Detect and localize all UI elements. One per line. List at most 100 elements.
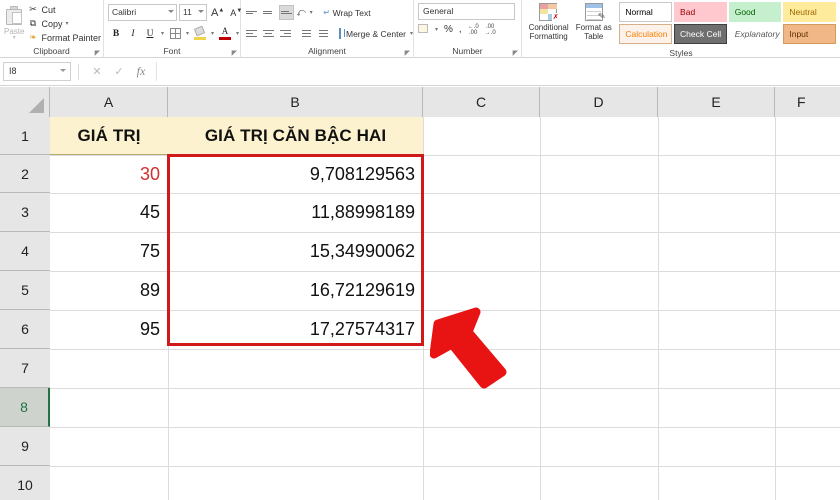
font-color-button[interactable]: A — [217, 26, 233, 42]
row-header-8[interactable]: 8 — [0, 388, 50, 427]
row-header-9[interactable]: 9 — [0, 427, 50, 466]
column-header-a[interactable]: A — [50, 87, 168, 117]
font-name-input[interactable]: Calibri — [108, 4, 177, 21]
accounting-format-button[interactable] — [418, 23, 431, 36]
font-name-chevron-down-icon[interactable] — [168, 10, 174, 13]
format-as-table-button[interactable]: ✎ Format as Table — [571, 2, 616, 47]
copy-chevron-down-icon[interactable]: ▾ — [65, 20, 68, 27]
align-middle-button[interactable] — [262, 5, 277, 20]
borders-button[interactable] — [167, 26, 183, 42]
merge-center-chevron-down-icon[interactable]: ▾ — [410, 30, 413, 37]
increase-decimal-button[interactable]: ←.0.00 — [466, 24, 481, 36]
wrap-text-button[interactable]: ↵ Wrap Text — [321, 8, 370, 18]
paste-button[interactable]: Paste ▾ — [4, 3, 24, 45]
row-header-6[interactable]: 6 — [0, 310, 50, 349]
number-dialog-launcher-icon[interactable]: ◤ — [513, 49, 518, 57]
name-box-chevron-down-icon[interactable] — [60, 69, 66, 72]
orientation-chevron-down-icon[interactable]: ▾ — [308, 9, 315, 16]
number-format-select[interactable]: General — [418, 3, 515, 20]
ribbon-home-tab: Paste ▾ ✂ Cut ⧉ Copy ▾ ❧ Format Painter … — [0, 0, 840, 58]
row-header-7[interactable]: 7 — [0, 349, 50, 388]
format-painter-button[interactable]: ❧ Format Painter — [26, 31, 101, 44]
style-label: Check Cell — [680, 29, 722, 39]
cell-a4[interactable]: 75 — [50, 232, 168, 271]
cell-b5[interactable]: 16,72129619 — [168, 271, 423, 310]
cell-a2[interactable]: 30 — [50, 155, 168, 193]
style-cell-input[interactable]: Input — [783, 24, 837, 44]
fill-color-button[interactable] — [192, 25, 208, 42]
paintbrush-icon: ❧ — [29, 32, 37, 42]
align-top-button[interactable] — [245, 5, 260, 20]
paste-icon — [5, 6, 23, 26]
style-cell-good[interactable]: Good — [728, 2, 782, 22]
row-header-4[interactable]: 4 — [0, 232, 50, 271]
decrease-indent-button[interactable] — [296, 27, 311, 41]
name-box[interactable]: I8 — [3, 62, 71, 81]
font-dialog-launcher-icon[interactable]: ◤ — [232, 49, 237, 57]
style-cell-explanatory[interactable]: Explanatory ... — [728, 24, 782, 44]
font-color-chevron-down-icon[interactable]: ▾ — [234, 30, 241, 37]
underline-chevron-down-icon[interactable]: ▾ — [159, 30, 166, 37]
cell-a5[interactable]: 89 — [50, 271, 168, 310]
copy-button[interactable]: ⧉ Copy ▾ — [26, 17, 101, 30]
cell-b3[interactable]: 11,88998189 — [168, 193, 423, 232]
italic-button[interactable]: I — [125, 26, 141, 42]
accounting-chevron-down-icon[interactable]: ▾ — [433, 26, 440, 33]
column-header-e[interactable]: E — [658, 87, 775, 117]
column-header-b[interactable]: B — [168, 87, 423, 117]
cell-b1[interactable]: GIÁ TRỊ CĂN BẬC HAI — [168, 117, 423, 155]
borders-icon — [169, 28, 181, 39]
row-header-2[interactable]: 2 — [0, 155, 50, 193]
percent-style-button[interactable]: % — [442, 24, 455, 35]
font-size-chevron-down-icon[interactable] — [198, 10, 204, 13]
bold-button[interactable]: B — [108, 26, 124, 42]
align-center-button[interactable] — [262, 26, 277, 41]
clipboard-dialog-launcher-icon[interactable]: ◤ — [95, 49, 100, 57]
merge-center-button[interactable]: Merge & Center ▾ — [334, 28, 413, 39]
cut-button[interactable]: ✂ Cut — [26, 3, 101, 16]
style-cell-bad[interactable]: Bad — [674, 2, 727, 22]
column-header-f[interactable]: F — [775, 87, 840, 117]
select-all-corner[interactable] — [0, 87, 50, 117]
cell-b4[interactable]: 15,34990062 — [168, 232, 423, 271]
formula-input[interactable] — [156, 62, 836, 81]
row-header-10[interactable]: 10 — [0, 466, 50, 500]
conditional-formatting-button[interactable]: ✗ Conditional Formatting — [526, 2, 571, 47]
gridline-v-c — [540, 117, 541, 500]
cell-b2[interactable]: 9,708129563 — [168, 155, 423, 193]
row-header-5[interactable]: 5 — [0, 271, 50, 310]
cell-a3[interactable]: 45 — [50, 193, 168, 232]
merge-center-label: Merge & Center — [346, 28, 406, 39]
cancel-formula-icon[interactable]: ✕ — [86, 65, 108, 78]
insert-function-icon[interactable]: fx — [130, 64, 152, 79]
borders-chevron-down-icon[interactable]: ▾ — [184, 30, 191, 37]
style-cell-neutral[interactable]: Neutral — [783, 2, 837, 22]
align-left-button[interactable] — [245, 26, 260, 41]
row-header-3[interactable]: 3 — [0, 193, 50, 232]
paste-chevron-down-icon[interactable]: ▾ — [13, 35, 16, 41]
select-all-triangle-icon — [29, 98, 44, 113]
cell-b6[interactable]: 17,27574317 — [168, 310, 423, 349]
column-header-d[interactable]: D — [540, 87, 658, 117]
gridline-h-8 — [50, 427, 840, 428]
ribbon-group-font: Calibri 11 A▲ A▼ B I U ▾ ▾ ▾ A ▾ Font ◤ — [104, 0, 242, 58]
row-header-1[interactable]: 1 — [0, 117, 50, 155]
increase-font-size-button[interactable]: A▲ — [209, 7, 226, 19]
style-cell-check-cell[interactable]: Check Cell — [674, 24, 727, 44]
enter-formula-icon[interactable]: ✓ — [108, 65, 130, 78]
comma-style-button[interactable]: , — [457, 24, 464, 35]
alignment-dialog-launcher-icon[interactable]: ◤ — [405, 49, 410, 57]
cell-a1[interactable]: GIÁ TRỊ — [50, 117, 168, 155]
style-cell-calculation[interactable]: Calculation — [619, 24, 673, 44]
align-right-button[interactable] — [279, 26, 294, 41]
style-cell-normal[interactable]: Normal — [619, 2, 673, 22]
font-size-input[interactable]: 11 — [179, 4, 207, 21]
decrease-decimal-button[interactable]: .00 →.0 — [483, 24, 498, 36]
fill-color-chevron-down-icon[interactable]: ▾ — [209, 30, 216, 37]
align-bottom-button[interactable] — [279, 5, 294, 20]
increase-indent-button[interactable] — [313, 27, 328, 41]
underline-button[interactable]: U — [142, 26, 158, 42]
orientation-icon[interactable]: ⤺ — [295, 6, 308, 19]
column-header-c[interactable]: C — [423, 87, 540, 117]
cell-a6[interactable]: 95 — [50, 310, 168, 349]
